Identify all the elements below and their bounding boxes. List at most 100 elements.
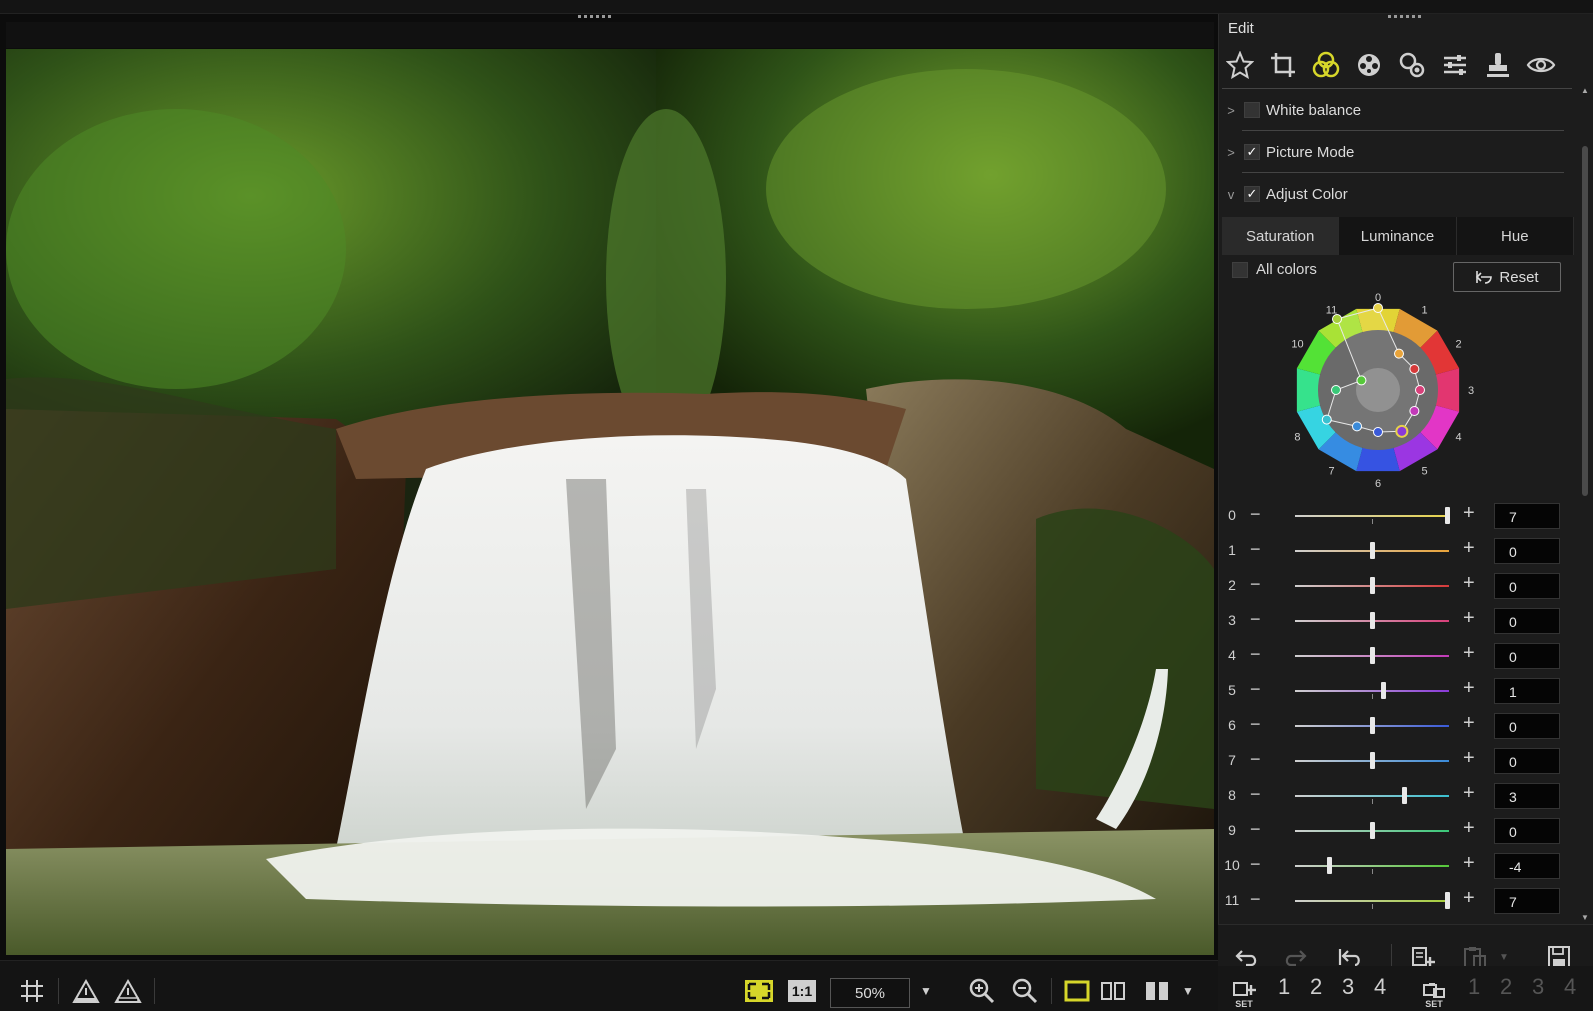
- slider-thumb[interactable]: [1327, 857, 1332, 874]
- slider-thumb[interactable]: [1370, 647, 1375, 664]
- wheel-control-point[interactable]: [1409, 406, 1420, 416]
- color-circles-icon[interactable]: [1309, 48, 1343, 82]
- wheel-control-point[interactable]: [1394, 348, 1404, 359]
- slider-value-field[interactable]: 0: [1494, 538, 1560, 564]
- section-white-balance[interactable]: > White balance: [1222, 90, 1567, 130]
- slider-value-field[interactable]: 0: [1494, 643, 1560, 669]
- compare-view-icon[interactable]: [1097, 976, 1129, 1006]
- decrease-button[interactable]: −: [1250, 504, 1261, 525]
- decrease-button[interactable]: −: [1250, 714, 1261, 735]
- decrease-button[interactable]: −: [1250, 749, 1261, 770]
- wheel-control-point[interactable]: [1373, 427, 1383, 437]
- slider-thumb[interactable]: [1370, 542, 1375, 559]
- set-slot-3[interactable]: 3: [1342, 974, 1354, 1000]
- slider-thumb[interactable]: [1370, 752, 1375, 769]
- all-colors-checkbox[interactable]: [1232, 261, 1248, 278]
- wheel-control-point[interactable]: [1395, 424, 1409, 438]
- wheel-control-point[interactable]: [1356, 375, 1367, 386]
- increase-button[interactable]: +: [1463, 712, 1475, 735]
- apply-set-slot-1[interactable]: 1: [1468, 974, 1480, 1000]
- decrease-button[interactable]: −: [1250, 539, 1261, 560]
- star-icon[interactable]: [1223, 48, 1257, 82]
- decrease-button[interactable]: −: [1250, 784, 1261, 805]
- retouch-icon[interactable]: [1395, 48, 1429, 82]
- single-view-icon[interactable]: [1061, 976, 1093, 1006]
- picture-mode-checkbox[interactable]: ✓: [1244, 144, 1260, 160]
- slider-value-field[interactable]: 7: [1494, 888, 1560, 914]
- actual-size-icon[interactable]: 1:1: [786, 976, 818, 1006]
- chevron-right-icon[interactable]: >: [1222, 103, 1240, 118]
- tab-hue[interactable]: Hue: [1456, 217, 1574, 255]
- all-colors-option[interactable]: All colors: [1232, 261, 1317, 278]
- increase-button[interactable]: +: [1463, 537, 1475, 560]
- chevron-down-icon[interactable]: v: [1222, 187, 1240, 202]
- color-wheel[interactable]: 01234567891011: [1282, 290, 1512, 500]
- decrease-button[interactable]: −: [1250, 819, 1261, 840]
- panel-resize-grip[interactable]: [1388, 15, 1421, 18]
- panel-scrollbar[interactable]: ▲ ▼: [1580, 86, 1590, 922]
- increase-button[interactable]: +: [1463, 677, 1475, 700]
- tab-saturation[interactable]: Saturation: [1222, 217, 1340, 255]
- slider-track[interactable]: [1295, 795, 1449, 797]
- wheel-control-point[interactable]: [1331, 385, 1341, 395]
- adjust-color-checkbox[interactable]: ✓: [1244, 186, 1260, 202]
- eye-icon[interactable]: [1524, 48, 1558, 82]
- slider-value-field[interactable]: 3: [1494, 783, 1560, 809]
- slider-thumb[interactable]: [1370, 577, 1375, 594]
- increase-button[interactable]: +: [1463, 607, 1475, 630]
- slider-value-field[interactable]: 1: [1494, 678, 1560, 704]
- slider-thumb[interactable]: [1370, 612, 1375, 629]
- slider-thumb[interactable]: [1370, 717, 1375, 734]
- split-view-icon[interactable]: [1141, 976, 1173, 1006]
- grid-icon[interactable]: [16, 976, 48, 1006]
- slider-value-field[interactable]: 0: [1494, 608, 1560, 634]
- slider-track[interactable]: [1295, 690, 1449, 692]
- set-slot-4[interactable]: 4: [1374, 974, 1386, 1000]
- wheel-control-point[interactable]: [1373, 303, 1383, 313]
- add-set-icon[interactable]: SET: [1230, 980, 1260, 1010]
- decrease-button[interactable]: −: [1250, 854, 1261, 875]
- increase-button[interactable]: +: [1463, 782, 1475, 805]
- slider-value-field[interactable]: 0: [1494, 818, 1560, 844]
- slider-thumb[interactable]: [1445, 507, 1450, 524]
- zoom-out-icon[interactable]: [1009, 976, 1041, 1006]
- decrease-button[interactable]: −: [1250, 679, 1261, 700]
- zoom-dropdown-arrow-icon[interactable]: ▼: [916, 976, 936, 1006]
- fit-to-window-icon[interactable]: [743, 976, 775, 1006]
- increase-button[interactable]: +: [1463, 817, 1475, 840]
- zoom-in-icon[interactable]: [966, 976, 998, 1006]
- decrease-button[interactable]: −: [1250, 644, 1261, 665]
- section-picture-mode[interactable]: > ✓ Picture Mode: [1222, 132, 1567, 172]
- increase-button[interactable]: +: [1463, 502, 1475, 525]
- apply-set-slot-2[interactable]: 2: [1500, 974, 1512, 1000]
- crop-icon[interactable]: [1266, 48, 1300, 82]
- decrease-button[interactable]: −: [1250, 574, 1261, 595]
- section-adjust-color[interactable]: v ✓ Adjust Color: [1222, 174, 1567, 214]
- slider-value-field[interactable]: 0: [1494, 748, 1560, 774]
- wheel-control-point[interactable]: [1415, 385, 1425, 395]
- slider-thumb[interactable]: [1402, 787, 1407, 804]
- slider-thumb[interactable]: [1370, 822, 1375, 839]
- set-slot-1[interactable]: 1: [1278, 974, 1290, 1000]
- white-balance-checkbox[interactable]: [1244, 102, 1260, 118]
- wheel-control-point[interactable]: [1321, 414, 1332, 425]
- apply-set-icon[interactable]: SET: [1420, 980, 1450, 1010]
- apply-set-slot-3[interactable]: 3: [1532, 974, 1544, 1000]
- decrease-button[interactable]: −: [1250, 889, 1261, 910]
- slider-value-field[interactable]: 0: [1494, 713, 1560, 739]
- scroll-down-arrow-icon[interactable]: ▼: [1581, 913, 1589, 922]
- reset-button[interactable]: Reset: [1453, 262, 1561, 292]
- apply-set-slot-4[interactable]: 4: [1564, 974, 1576, 1000]
- scroll-up-arrow-icon[interactable]: ▲: [1581, 86, 1589, 95]
- shadow-warning-icon[interactable]: [112, 976, 144, 1006]
- set-slot-2[interactable]: 2: [1310, 974, 1322, 1000]
- decrease-button[interactable]: −: [1250, 609, 1261, 630]
- slider-value-field[interactable]: -4: [1494, 853, 1560, 879]
- increase-button[interactable]: +: [1463, 852, 1475, 875]
- increase-button[interactable]: +: [1463, 572, 1475, 595]
- wheel-control-point[interactable]: [1409, 364, 1420, 374]
- increase-button[interactable]: +: [1463, 642, 1475, 665]
- photo-viewer[interactable]: [6, 49, 1214, 955]
- stamp-icon[interactable]: [1481, 48, 1515, 82]
- increase-button[interactable]: +: [1463, 747, 1475, 770]
